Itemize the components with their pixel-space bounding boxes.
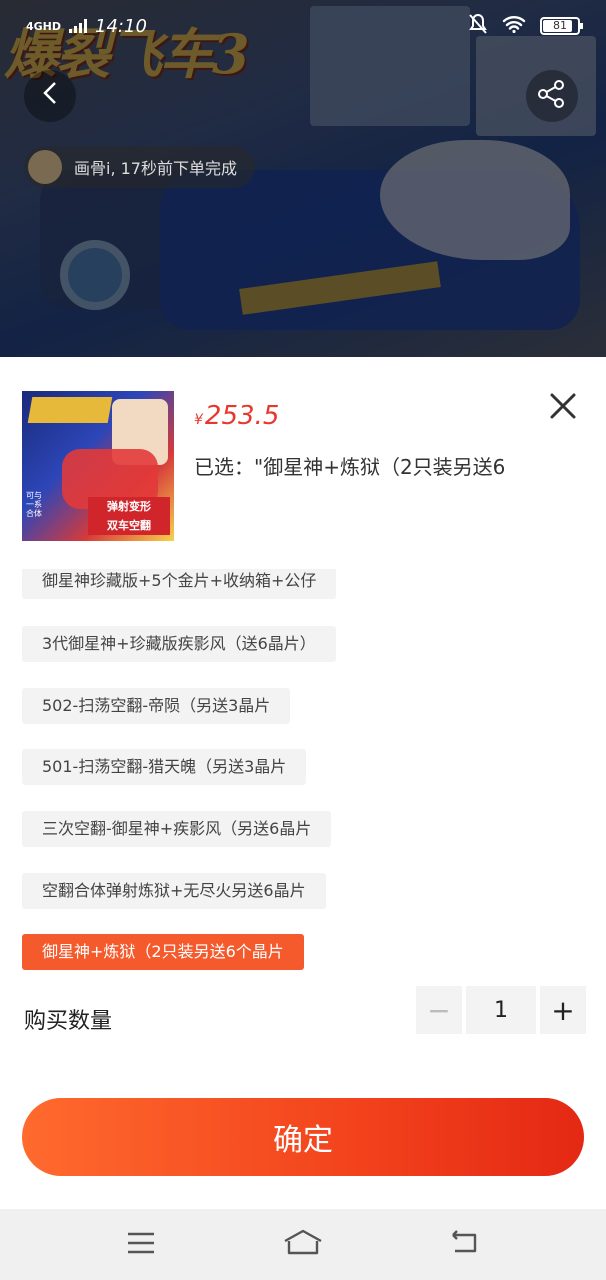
home-icon bbox=[283, 1229, 323, 1261]
close-icon bbox=[546, 393, 580, 427]
recent-order-toast: 画骨i, 17秒前下单完成 bbox=[24, 146, 255, 188]
sku-selection-sheet: 可与一系合体 弹射变形 双车空翻 ¥253.5 已选："御星神+炼狱（2只装另送… bbox=[0, 357, 606, 1209]
quantity-stepper: − 1 + bbox=[416, 986, 586, 1034]
network-type: 4GHD bbox=[26, 19, 62, 33]
close-button[interactable] bbox=[546, 389, 580, 423]
back-button[interactable] bbox=[24, 70, 76, 122]
thumbnail-tag: 弹射变形 双车空翻 bbox=[88, 497, 170, 535]
variant-options-list[interactable]: 御星神珍藏版+5个金片+收纳箱+公仔 3代御星神+珍藏版疾影风（送6晶片） 50… bbox=[0, 569, 606, 979]
variant-option[interactable]: 3代御星神+珍藏版疾影风（送6晶片） bbox=[22, 626, 336, 662]
home-button[interactable] bbox=[281, 1223, 325, 1267]
price: ¥253.5 bbox=[194, 401, 279, 431]
back-nav-button[interactable] bbox=[443, 1223, 487, 1267]
variant-option[interactable]: 501-扫荡空翻-猎天魄（另送3晶片 bbox=[22, 749, 307, 785]
price-value: 253.5 bbox=[204, 401, 280, 431]
menu-icon bbox=[126, 1231, 156, 1259]
share-icon bbox=[537, 79, 567, 113]
status-bar: 4GHD 14:10 81 bbox=[0, 0, 606, 52]
quantity-label: 购买数量 bbox=[24, 1009, 113, 1034]
share-button[interactable] bbox=[526, 70, 578, 122]
clock: 14:10 bbox=[95, 15, 147, 37]
mute-icon bbox=[468, 13, 488, 40]
thumbnail-side-text: 可与一系合体 bbox=[26, 491, 42, 518]
avatar bbox=[28, 150, 62, 184]
confirm-button[interactable]: 确定 bbox=[22, 1098, 584, 1176]
currency-symbol: ¥ bbox=[194, 412, 203, 428]
quantity-input[interactable]: 1 bbox=[466, 986, 536, 1034]
increase-quantity-button[interactable]: + bbox=[540, 986, 586, 1034]
menu-button[interactable] bbox=[119, 1223, 163, 1267]
order-toast-text: 画骨i, 17秒前下单完成 bbox=[74, 159, 237, 178]
variant-option[interactable]: 三次空翻-御星神+疾影风（另送6晶片 bbox=[22, 811, 332, 847]
product-thumbnail[interactable]: 可与一系合体 弹射变形 双车空翻 bbox=[22, 391, 174, 541]
system-nav-bar bbox=[0, 1209, 606, 1280]
decrease-quantity-button[interactable]: − bbox=[416, 986, 462, 1034]
chevron-left-icon bbox=[41, 80, 59, 113]
selected-variant-text: 已选："御星神+炼狱（2只装另送6 bbox=[194, 455, 506, 479]
variant-option[interactable]: 空翻合体弹射炼狱+无尽火另送6晶片 bbox=[22, 873, 326, 909]
wifi-icon bbox=[502, 15, 526, 38]
variant-option[interactable]: 御星神珍藏版+5个金片+收纳箱+公仔 bbox=[22, 569, 337, 599]
battery-icon: 81 bbox=[540, 17, 583, 35]
variant-option[interactable]: 502-扫荡空翻-帝陨（另送3晶片 bbox=[22, 688, 291, 724]
variant-option-selected[interactable]: 御星神+炼狱（2只装另送6个晶片 bbox=[22, 934, 304, 970]
back-icon bbox=[449, 1229, 481, 1260]
signal-icon bbox=[69, 19, 88, 33]
